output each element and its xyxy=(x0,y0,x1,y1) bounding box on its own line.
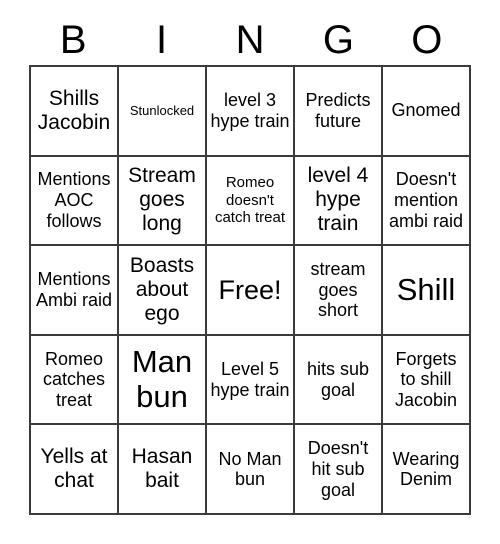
bingo-cell-label: Romeo catches treat xyxy=(42,348,106,410)
bingo-cell-i5[interactable]: Hasan bait xyxy=(119,425,207,515)
bingo-cell-label: Mentions Ambi raid xyxy=(35,269,113,310)
bingo-cell-b1[interactable]: Shills Jacobin xyxy=(31,67,119,157)
bingo-cell-label: level 4 hype train xyxy=(307,164,369,236)
bingo-cell-label: Man bun xyxy=(131,343,193,414)
bingo-cell-label: Shill xyxy=(396,271,456,307)
bingo-header-row: B I N G O xyxy=(29,14,471,65)
bingo-cell-o1[interactable]: Gnomed xyxy=(383,67,471,157)
bingo-cell-b5[interactable]: Yells at chat xyxy=(31,425,119,515)
bingo-cell-b4[interactable]: Romeo catches treat xyxy=(31,335,119,426)
bingo-cell-b3[interactable]: Mentions Ambi raid xyxy=(31,246,119,336)
bingo-cell-label: Forgets to shill Jacobin xyxy=(394,348,458,410)
bingo-cell-label: Level 5 hype train xyxy=(210,358,290,400)
bingo-cell-o2[interactable]: Doesn't mention ambi raid xyxy=(383,156,471,247)
bingo-cell-label: Shills Jacobin xyxy=(37,86,111,134)
header-letter-b: B xyxy=(59,17,87,62)
bingo-cell-o4[interactable]: Forgets to shill Jacobin xyxy=(383,335,471,426)
bingo-cell-i1[interactable]: Stunlocked xyxy=(119,67,207,157)
bingo-cell-label: Boasts about ego xyxy=(129,254,195,325)
bingo-cell-o5[interactable]: Wearing Denim xyxy=(383,425,471,515)
bingo-cell-label: Stream goes long xyxy=(128,164,196,236)
bingo-card: B I N G O Shills Jacobin Stunlocked leve… xyxy=(0,0,500,544)
header-letter-o: O xyxy=(411,17,443,62)
bingo-cell-label: stream goes short xyxy=(310,258,366,321)
bingo-cell-label: level 3 hype train xyxy=(210,90,290,131)
bingo-cell-o3[interactable]: Shill xyxy=(383,246,471,336)
bingo-cell-b2[interactable]: Mentions AOC follows xyxy=(31,156,119,247)
bingo-cell-label: hits sub goal xyxy=(306,358,370,400)
bingo-cell-label: Wearing Denim xyxy=(392,448,460,490)
bingo-cell-label: Mentions AOC follows xyxy=(37,169,111,231)
bingo-cell-n4[interactable]: Level 5 hype train xyxy=(207,335,295,426)
header-letter-n: N xyxy=(235,17,265,62)
bingo-cell-label: Predicts future xyxy=(305,90,371,131)
bingo-cell-g4[interactable]: hits sub goal xyxy=(295,335,383,426)
bingo-cell-i4[interactable]: Man bun xyxy=(119,335,207,426)
bingo-cell-g1[interactable]: Predicts future xyxy=(295,67,383,157)
bingo-cell-label: No Man bun xyxy=(218,448,282,490)
bingo-cell-label: Romeo doesn't catch treat xyxy=(214,174,286,227)
free-space-label: Free! xyxy=(218,274,282,305)
bingo-cell-i2[interactable]: Stream goes long xyxy=(119,156,207,247)
bingo-cell-g3[interactable]: stream goes short xyxy=(295,246,383,336)
bingo-cell-free-space[interactable]: Free! xyxy=(207,246,295,336)
bingo-cell-label: Doesn't mention ambi raid xyxy=(388,169,464,231)
bingo-grid: Shills Jacobin Stunlocked level 3 hype t… xyxy=(29,65,471,515)
bingo-cell-g5[interactable]: Doesn't hit sub goal xyxy=(295,425,383,515)
bingo-cell-n5[interactable]: No Man bun xyxy=(207,425,295,515)
bingo-cell-n2[interactable]: Romeo doesn't catch treat xyxy=(207,156,295,247)
header-letter-i: I xyxy=(156,17,168,62)
bingo-cell-label: Gnomed xyxy=(391,100,461,121)
bingo-cell-label: Doesn't hit sub goal xyxy=(307,438,369,500)
bingo-cell-label: Hasan bait xyxy=(131,445,193,493)
bingo-cell-i3[interactable]: Boasts about ego xyxy=(119,246,207,336)
bingo-cell-g2[interactable]: level 4 hype train xyxy=(295,156,383,247)
bingo-cell-n1[interactable]: level 3 hype train xyxy=(207,67,295,157)
bingo-cell-label: Stunlocked xyxy=(129,103,195,119)
header-letter-g: G xyxy=(322,17,354,62)
bingo-cell-label: Yells at chat xyxy=(40,445,108,493)
